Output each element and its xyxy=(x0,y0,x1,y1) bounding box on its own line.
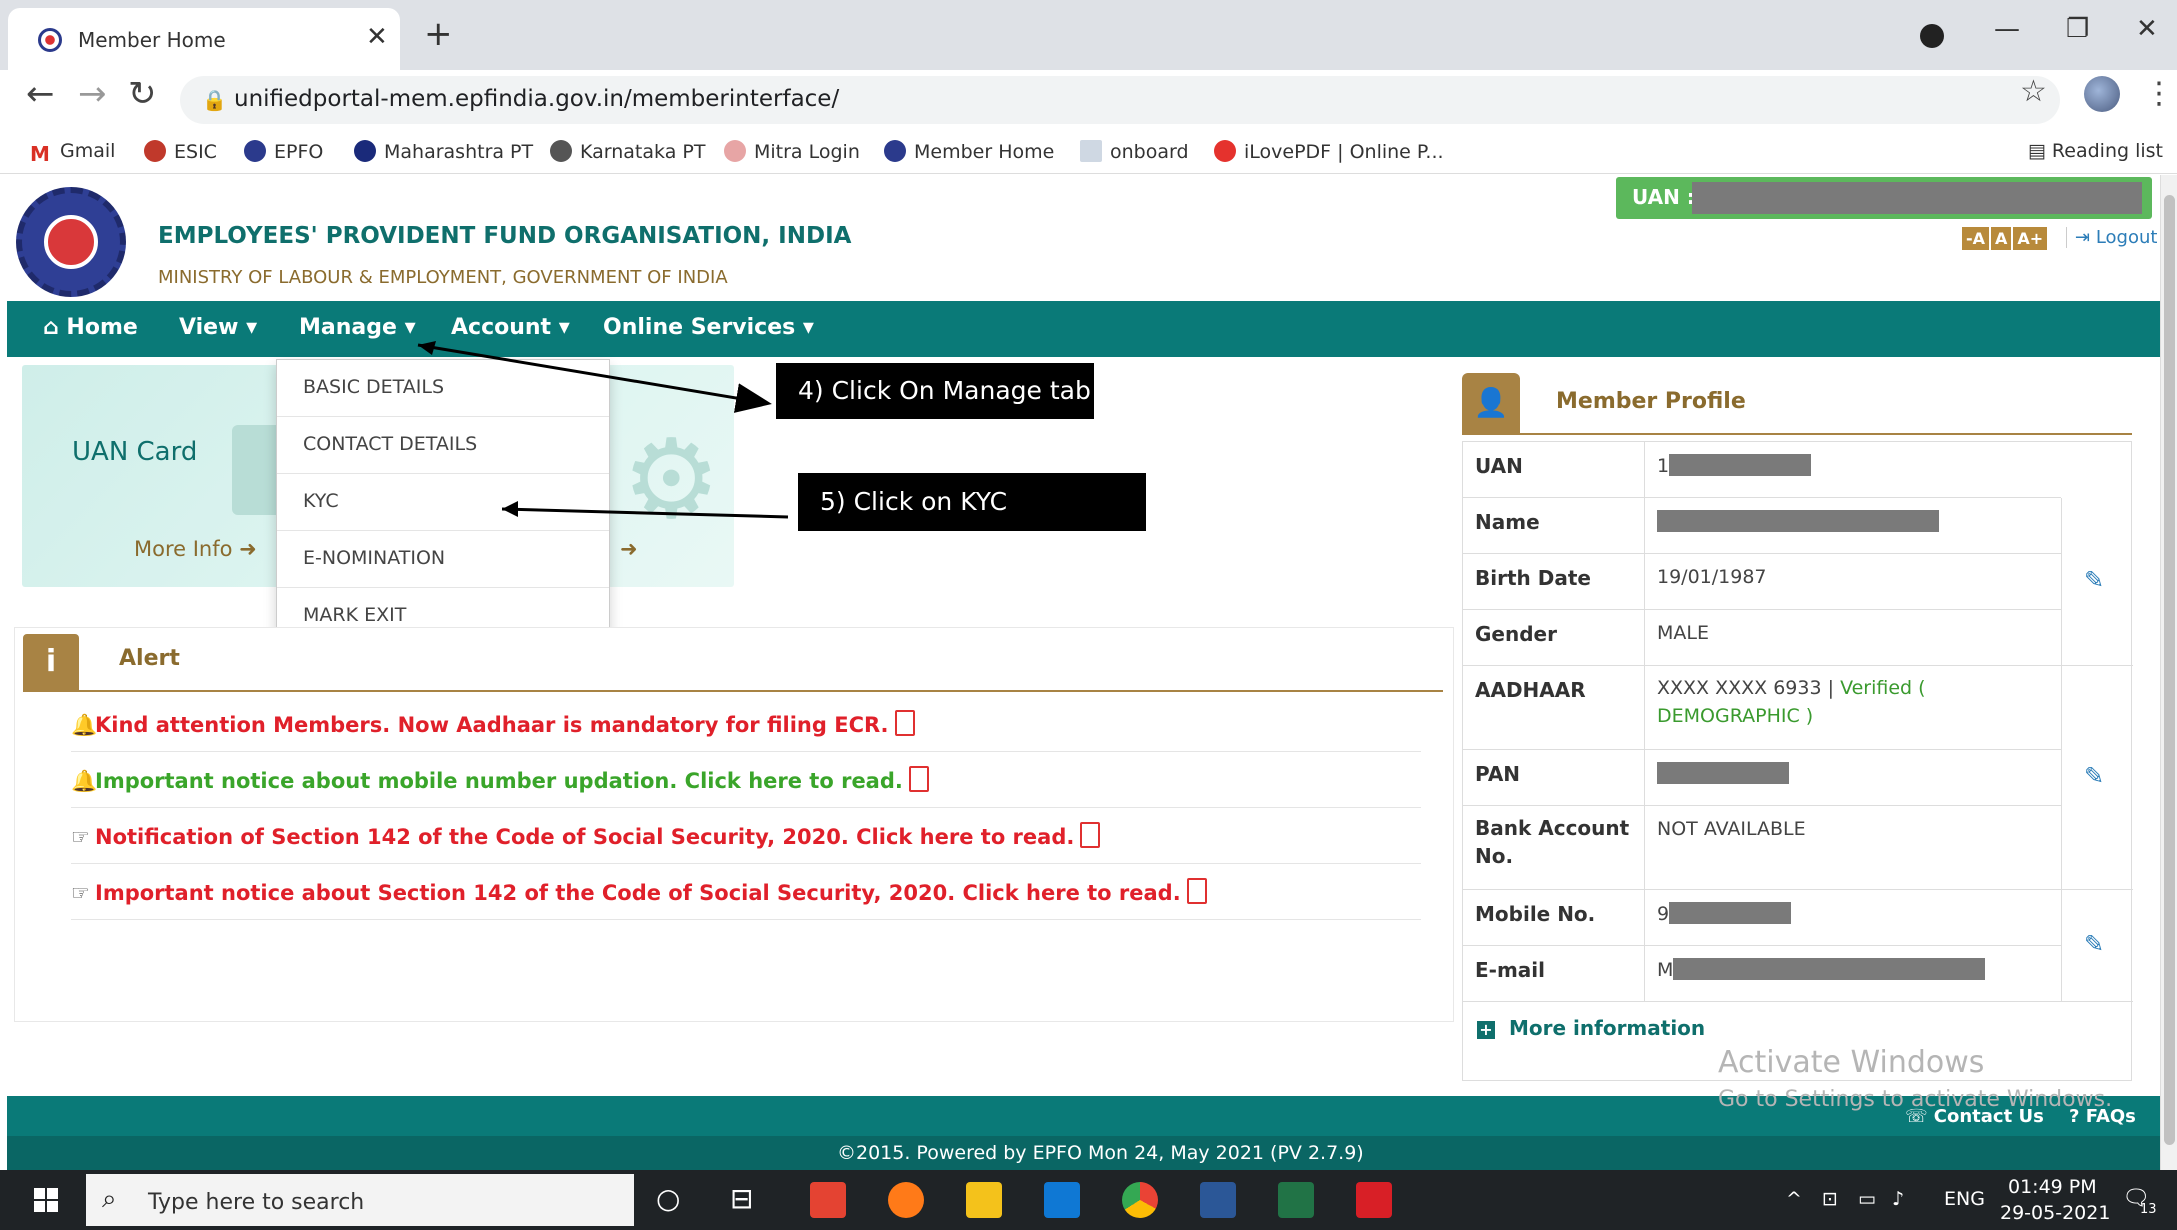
notification-count: 13 xyxy=(2140,1202,2157,1217)
arrow-to-manage xyxy=(417,343,772,413)
bookmarks-bar: M Gmail ESIC EPFO Maharashtra PT Karnatak… xyxy=(0,130,2177,174)
anydesk-icon[interactable] xyxy=(810,1182,846,1218)
lock-icon: 🔒 xyxy=(202,88,227,112)
tab-title: Member Home xyxy=(78,28,226,52)
document-icon xyxy=(1080,140,1102,162)
cortana-icon[interactable]: ○ xyxy=(656,1182,680,1215)
annotation-arrows xyxy=(417,341,789,519)
heart-icon xyxy=(1214,140,1236,162)
bookmark-maharashtra-pt[interactable]: Maharashtra PT xyxy=(354,140,533,163)
volume-icon[interactable]: ♪ xyxy=(1892,1188,1904,1210)
profile-menu-icon[interactable] xyxy=(1920,24,1944,48)
firefox-icon[interactable] xyxy=(888,1182,924,1218)
bookmark-epfo[interactable]: EPFO xyxy=(244,140,323,163)
clock-date[interactable]: 29-05-2021 xyxy=(2000,1202,2110,1224)
url-omnibox[interactable]: 🔒 unifiedportal-mem.epfindia.gov.in/memb… xyxy=(180,76,2060,124)
arrowhead-manage xyxy=(418,341,436,355)
acrobat-icon[interactable] xyxy=(1356,1182,1392,1218)
forward-arrow-icon[interactable]: → xyxy=(78,74,107,114)
page-scrollbar[interactable] xyxy=(2160,175,2177,1170)
chrome-icon[interactable] xyxy=(1122,1182,1158,1218)
search-icon: ⌕ xyxy=(102,1184,117,1214)
bookmark-karnataka-pt[interactable]: Karnataka PT xyxy=(550,140,705,163)
bookmark-member-home[interactable]: Member Home xyxy=(884,140,1054,163)
taskbar-search-box[interactable]: ⌕ Type here to search xyxy=(86,1174,634,1226)
tray-chevron-up-icon[interactable]: ^ xyxy=(1786,1188,1802,1210)
language-indicator[interactable]: ENG xyxy=(1944,1188,1985,1210)
bookmark-onboard[interactable]: onboard xyxy=(1080,140,1189,163)
epfo-icon xyxy=(244,140,266,162)
gmail-icon: M xyxy=(30,142,52,166)
taskbar-search-placeholder: Type here to search xyxy=(148,1190,365,1215)
outlook-icon[interactable] xyxy=(1044,1182,1080,1218)
user-avatar[interactable] xyxy=(2084,76,2120,112)
clock-time[interactable]: 01:49 PM xyxy=(2008,1176,2097,1198)
window-close-icon[interactable]: ✕ xyxy=(2136,14,2158,44)
reading-list-icon: ▤ xyxy=(2027,140,2052,162)
browser-tabstrip: Member Home ✕ + — ❐ ✕ xyxy=(0,0,2177,70)
bookmark-mitra-login[interactable]: Mitra Login xyxy=(724,140,860,163)
reading-list-button[interactable]: ▤ Reading list xyxy=(2028,140,2163,162)
back-arrow-icon[interactable]: ← xyxy=(26,74,55,114)
page-content: EMPLOYEES' PROVIDENT FUND ORGANISATION, … xyxy=(0,175,2160,1170)
esic-icon xyxy=(144,140,166,162)
windows-taskbar: ⌕ Type here to search ○ ⊟ ^ ⊡ ▭ ♪ ENG 01… xyxy=(0,1170,2177,1230)
network-icon[interactable]: ⊡ xyxy=(1822,1188,1838,1210)
globe-icon xyxy=(550,140,572,162)
bookmark-star-icon[interactable]: ☆ xyxy=(2020,74,2047,109)
bookmark-esic[interactable]: ESIC xyxy=(144,140,217,163)
arrowhead-kyc xyxy=(502,501,518,517)
bookmark-gmail[interactable]: M Gmail xyxy=(30,140,115,166)
bookmark-ilovepdf[interactable]: iLovePDF | Online P... xyxy=(1214,140,1444,163)
url-text[interactable]: unifiedportal-mem.epfindia.gov.in/member… xyxy=(234,86,839,112)
reload-icon[interactable]: ↻ xyxy=(128,74,157,114)
epfo-icon xyxy=(884,140,906,162)
minimize-icon[interactable]: — xyxy=(1994,14,2020,44)
scrollbar-thumb[interactable] xyxy=(2164,195,2175,1145)
browser-menu-icon[interactable]: ⋮ xyxy=(2144,76,2174,111)
battery-icon[interactable]: ▭ xyxy=(1858,1188,1876,1210)
maharashtra-pt-icon xyxy=(354,140,376,162)
task-view-icon[interactable]: ⊟ xyxy=(730,1182,753,1215)
excel-icon[interactable] xyxy=(1278,1182,1314,1218)
restore-icon[interactable]: ❐ xyxy=(2066,14,2089,44)
browser-tab-member-home[interactable]: Member Home ✕ xyxy=(8,8,400,70)
new-tab-plus-icon[interactable]: + xyxy=(424,14,453,54)
arrow-to-kyc xyxy=(501,507,789,519)
file-explorer-icon[interactable] xyxy=(966,1182,1002,1218)
mitra-icon xyxy=(724,140,746,162)
windows-start-icon[interactable] xyxy=(34,1188,58,1212)
word-icon[interactable] xyxy=(1200,1182,1236,1218)
address-bar: ← → ↻ 🔒 unifiedportal-mem.epfindia.gov.i… xyxy=(0,70,2177,130)
close-icon[interactable]: ✕ xyxy=(366,22,388,52)
epfo-favicon-icon xyxy=(38,28,62,52)
